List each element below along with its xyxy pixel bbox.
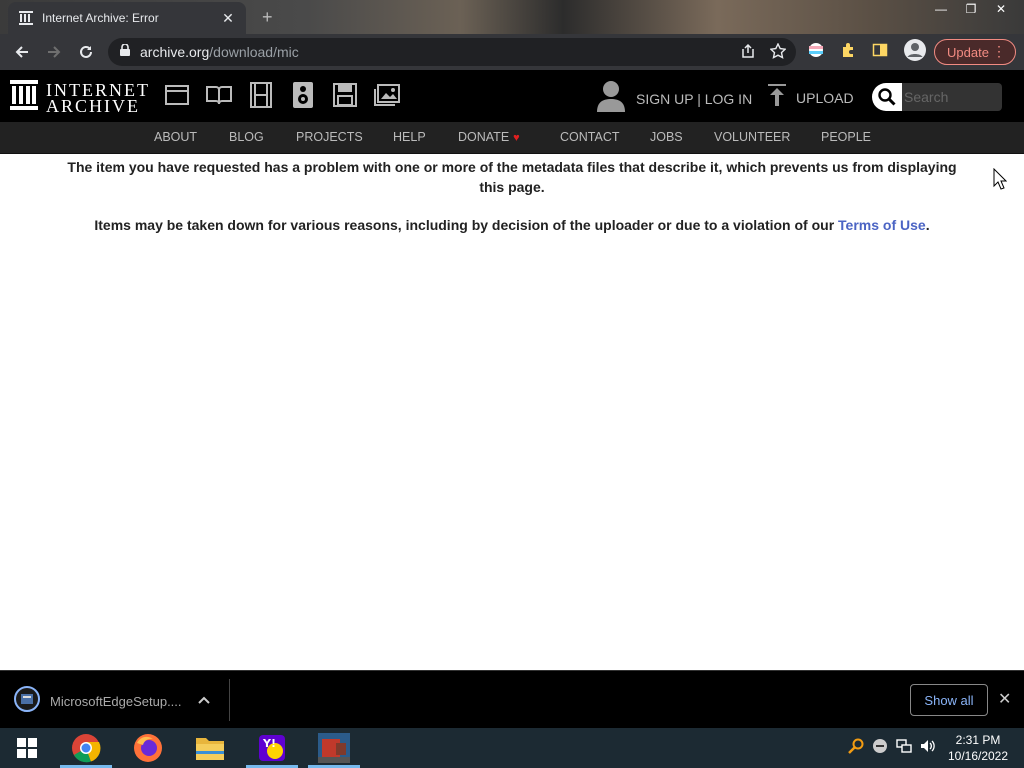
reload-icon[interactable] bbox=[70, 36, 102, 68]
new-tab-button[interactable]: + bbox=[262, 8, 273, 26]
tab-title: Internet Archive: Error bbox=[42, 11, 159, 25]
texts-icon[interactable] bbox=[206, 82, 232, 108]
browser-tab[interactable]: Internet Archive: Error ✕ bbox=[8, 2, 246, 34]
ia-logo[interactable]: INTERNET ARCHIVE bbox=[10, 80, 150, 115]
menu-kebab-icon[interactable]: ⋮ bbox=[992, 43, 1006, 60]
upload-arrow-icon bbox=[768, 84, 786, 111]
terms-of-use-link[interactable]: Terms of Use bbox=[838, 217, 926, 233]
yahoo-messenger-taskbar-icon[interactable]: Y! bbox=[242, 728, 302, 768]
signup-login-label[interactable]: SIGN UP | LOG IN bbox=[636, 91, 752, 107]
url-path: /download/mic bbox=[209, 44, 299, 60]
takedown-text: Items may be taken down for various reas… bbox=[94, 217, 839, 233]
url-host: archive.org bbox=[140, 44, 210, 60]
taskbar-clock[interactable]: 2:31 PM 10/16/2022 bbox=[942, 732, 1014, 764]
installer-file-icon bbox=[14, 686, 40, 717]
download-file-name: MicrosoftEdgeSetup.... bbox=[50, 694, 182, 709]
user-icon bbox=[596, 80, 626, 117]
heart-icon: ♥ bbox=[513, 132, 520, 144]
share-icon[interactable] bbox=[740, 43, 756, 64]
takedown-period: . bbox=[925, 217, 930, 233]
svg-text:Y!: Y! bbox=[262, 737, 276, 750]
address-bar[interactable]: archive.org /download/mic bbox=[108, 38, 796, 66]
nav-projects[interactable]: PROJECTS bbox=[296, 130, 363, 144]
profile-avatar-icon[interactable] bbox=[904, 39, 926, 66]
images-icon[interactable] bbox=[374, 82, 400, 108]
browser-tab-strip: Internet Archive: Error ✕ + — ❐ ✕ bbox=[0, 0, 1024, 34]
nav-donate-label: DONATE bbox=[458, 130, 510, 144]
software-icon[interactable] bbox=[332, 82, 358, 108]
download-item[interactable]: MicrosoftEdgeSetup.... bbox=[14, 686, 182, 717]
close-window-button[interactable]: ✕ bbox=[986, 0, 1016, 18]
wordmark-line2: ARCHIVE bbox=[46, 95, 140, 116]
download-bar: MicrosoftEdgeSetup.... Show all ✕ bbox=[0, 670, 1024, 728]
nav-blog[interactable]: BLOG bbox=[229, 130, 264, 144]
error-message: The item you have requested has a proble… bbox=[67, 159, 957, 195]
window-controls: — ❐ ✕ bbox=[926, 0, 1016, 18]
tab-close-icon[interactable]: ✕ bbox=[220, 10, 236, 27]
windows-start-icon[interactable] bbox=[0, 728, 54, 768]
chrome-taskbar-icon[interactable] bbox=[56, 728, 116, 768]
page-content: The item you have requested has a proble… bbox=[0, 154, 1024, 670]
audio-icon[interactable] bbox=[290, 82, 316, 108]
lock-icon[interactable] bbox=[120, 43, 130, 61]
nav-donate[interactable]: DONATE ♥ bbox=[458, 130, 520, 144]
nav-jobs[interactable]: JOBS bbox=[650, 130, 683, 144]
windows-taskbar: Y! 2:31 PM 10/16/2022 bbox=[0, 728, 1024, 768]
web-icon[interactable] bbox=[164, 82, 190, 108]
ia-wordmark: INTERNET ARCHIVE bbox=[46, 81, 150, 116]
nav-people[interactable]: PEOPLE bbox=[821, 130, 871, 144]
nav-help[interactable]: HELP bbox=[393, 130, 426, 144]
upload-link[interactable]: UPLOAD bbox=[768, 84, 854, 111]
status-tray-icon[interactable] bbox=[872, 738, 888, 759]
show-all-button[interactable]: Show all bbox=[910, 684, 988, 716]
takedown-message: Items may be taken down for various reas… bbox=[40, 217, 984, 233]
internet-archive-favicon-icon bbox=[18, 10, 34, 26]
flag-extension-icon[interactable] bbox=[808, 42, 824, 63]
browser-toolbar: archive.org /download/mic Update ⋮ bbox=[0, 34, 1024, 70]
search-input[interactable] bbox=[902, 83, 1002, 111]
update-label: Update bbox=[947, 44, 989, 60]
minecraft-taskbar-icon[interactable] bbox=[304, 728, 364, 768]
volume-icon[interactable] bbox=[920, 738, 936, 759]
search-icon[interactable] bbox=[872, 83, 902, 111]
ia-search bbox=[872, 83, 1002, 111]
firefox-taskbar-icon[interactable] bbox=[118, 728, 178, 768]
file-explorer-taskbar-icon[interactable] bbox=[180, 728, 240, 768]
archive-building-icon bbox=[10, 80, 38, 115]
search-tray-icon[interactable] bbox=[848, 738, 864, 759]
close-download-bar-icon[interactable]: ✕ bbox=[998, 689, 1011, 709]
nav-about[interactable]: ABOUT bbox=[154, 130, 197, 144]
account-link[interactable]: SIGN UP | LOG IN bbox=[596, 80, 752, 117]
nav-volunteer[interactable]: VOLUNTEER bbox=[714, 130, 790, 144]
clock-time: 2:31 PM bbox=[955, 733, 1001, 747]
nav-contact[interactable]: CONTACT bbox=[560, 130, 620, 144]
mouse-cursor-icon bbox=[993, 167, 1008, 195]
screen: Internet Archive: Error ✕ + — ❐ ✕ archiv… bbox=[0, 0, 1024, 768]
network-icon[interactable] bbox=[896, 738, 912, 759]
puzzle-extensions-icon[interactable] bbox=[840, 42, 856, 63]
system-tray bbox=[848, 738, 936, 759]
bookmark-star-icon[interactable] bbox=[769, 42, 787, 64]
side-panel-icon[interactable] bbox=[872, 42, 888, 63]
extensions-area bbox=[808, 39, 926, 66]
back-arrow-icon[interactable] bbox=[6, 36, 38, 68]
minimize-button[interactable]: — bbox=[926, 0, 956, 18]
restore-button[interactable]: ❐ bbox=[956, 0, 986, 18]
clock-date: 10/16/2022 bbox=[947, 749, 1009, 763]
ia-header: INTERNET ARCHIVE SIGN UP | LOG IN UPLOAD… bbox=[0, 70, 1024, 122]
ia-nav-bar: ABOUT BLOG PROJECTS HELP DONATE ♥ CONTACT… bbox=[0, 122, 1024, 154]
divider bbox=[229, 679, 230, 721]
video-icon[interactable] bbox=[248, 82, 274, 108]
media-type-icons bbox=[164, 82, 400, 108]
chevron-up-icon[interactable] bbox=[198, 691, 210, 707]
forward-arrow-icon[interactable] bbox=[38, 36, 70, 68]
upload-label[interactable]: UPLOAD bbox=[796, 90, 854, 106]
update-button[interactable]: Update ⋮ bbox=[934, 39, 1016, 65]
